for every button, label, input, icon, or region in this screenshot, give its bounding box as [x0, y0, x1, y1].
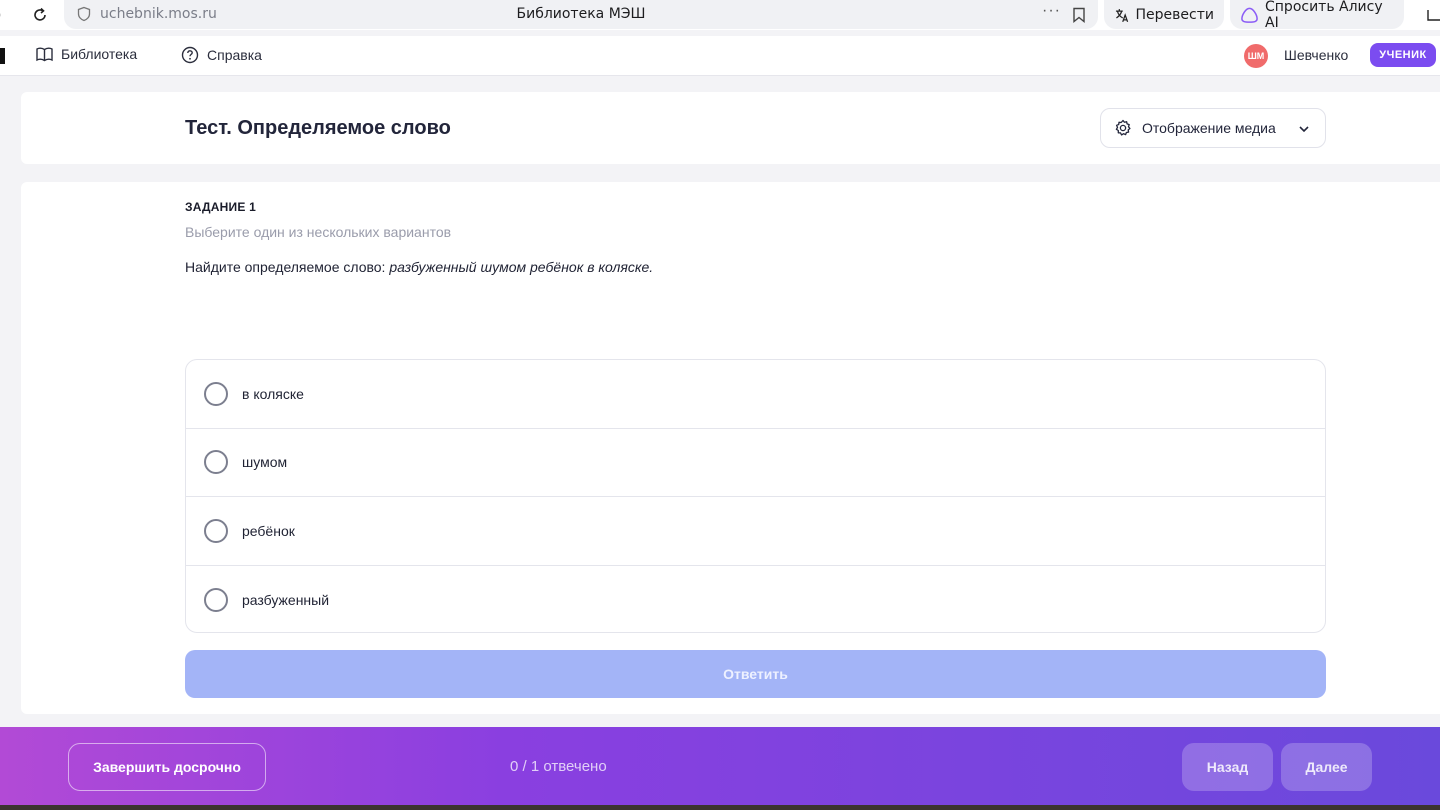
- option-label: разбуженный: [242, 591, 330, 608]
- radio-button[interactable]: [204, 381, 228, 406]
- question-card: ЗАДАНИЕ 1 Выберите один из нескольких ва…: [21, 182, 1440, 714]
- test-header-card: Тест. Определяемое слово Отображение мед…: [21, 92, 1440, 164]
- option-label: шумом: [242, 454, 288, 471]
- book-icon: [36, 47, 53, 61]
- radio-button[interactable]: [204, 518, 228, 543]
- media-display-label: Отображение медиа: [1142, 120, 1276, 136]
- next-button[interactable]: Далее: [1281, 743, 1372, 791]
- back-partial-icon[interactable]: [0, 0, 8, 30]
- option-3[interactable]: ребёнок: [186, 497, 1325, 566]
- option-4[interactable]: разбуженный: [186, 566, 1325, 633]
- page-title: Тест. Определяемое слово: [185, 117, 451, 139]
- translate-icon: [1115, 8, 1129, 22]
- radio-button[interactable]: [204, 587, 228, 612]
- answer-options: в коляске шумом ребёнок разбуженный: [185, 359, 1326, 633]
- option-2[interactable]: шумом: [186, 429, 1325, 497]
- task-prompt-phrase: разбуженный шумом ребёнок в коляске.: [389, 259, 654, 275]
- ask-alice-button[interactable]: Спросить Алису AI: [1230, 0, 1404, 31]
- nav-library-label: Библиотека: [61, 46, 138, 62]
- radio-button[interactable]: [204, 450, 228, 475]
- alice-icon: [1241, 7, 1258, 23]
- task-number: ЗАДАНИЕ 1: [185, 200, 256, 214]
- alice-label: Спросить Алису AI: [1265, 0, 1383, 31]
- help-circle-icon: [181, 46, 199, 64]
- address-bar[interactable]: uchebnik.mos.ru Библиотека МЭШ ···: [64, 0, 1098, 29]
- task-hint: Выберите один из нескольких вариантов: [185, 224, 452, 240]
- task-prompt-text: Найдите определяемое слово:: [185, 259, 390, 275]
- logo-fragment[interactable]: [0, 48, 5, 64]
- chevron-down-icon: [1299, 126, 1309, 133]
- bookmark-icon[interactable]: [1072, 7, 1086, 23]
- avatar[interactable]: ШМ: [1244, 44, 1268, 68]
- nav-library[interactable]: Библиотека: [36, 46, 137, 62]
- browser-toolbar: uchebnik.mos.ru Библиотека МЭШ ··· Перев…: [0, 0, 1440, 31]
- option-1[interactable]: в коляске: [186, 360, 1325, 429]
- option-label: в коляске: [242, 385, 304, 402]
- nav-help-label: Справка: [207, 47, 262, 63]
- user-name[interactable]: Шевченко: [1284, 47, 1348, 63]
- app-header: Библиотека Справка ШМ Шевченко УЧЕНИК: [0, 36, 1440, 76]
- task-prompt: Найдите определяемое слово: разбуженный …: [185, 259, 653, 275]
- option-label: ребёнок: [242, 522, 295, 539]
- finish-early-button[interactable]: Завершить досрочно: [68, 743, 266, 791]
- reload-icon[interactable]: [30, 0, 50, 30]
- progress-counter: 0 / 1 отвечено: [510, 758, 607, 775]
- test-footer: Завершить досрочно 0 / 1 отвечено Назад …: [0, 727, 1440, 805]
- media-display-dropdown[interactable]: Отображение медиа: [1100, 108, 1326, 148]
- nav-help[interactable]: Справка: [181, 46, 262, 64]
- translate-label: Перевести: [1135, 6, 1214, 23]
- translate-button[interactable]: Перевести: [1104, 0, 1224, 29]
- browser-page-title: Библиотека МЭШ: [516, 6, 646, 22]
- gear-icon: [1115, 119, 1131, 136]
- back-button[interactable]: Назад: [1182, 743, 1273, 791]
- sidebar-partial-icon[interactable]: [1424, 0, 1440, 30]
- role-badge: УЧЕНИК: [1370, 43, 1436, 67]
- more-icon[interactable]: ···: [1042, 2, 1061, 20]
- answer-button[interactable]: Ответить: [185, 650, 1326, 698]
- page-bottom-strip: [0, 805, 1440, 810]
